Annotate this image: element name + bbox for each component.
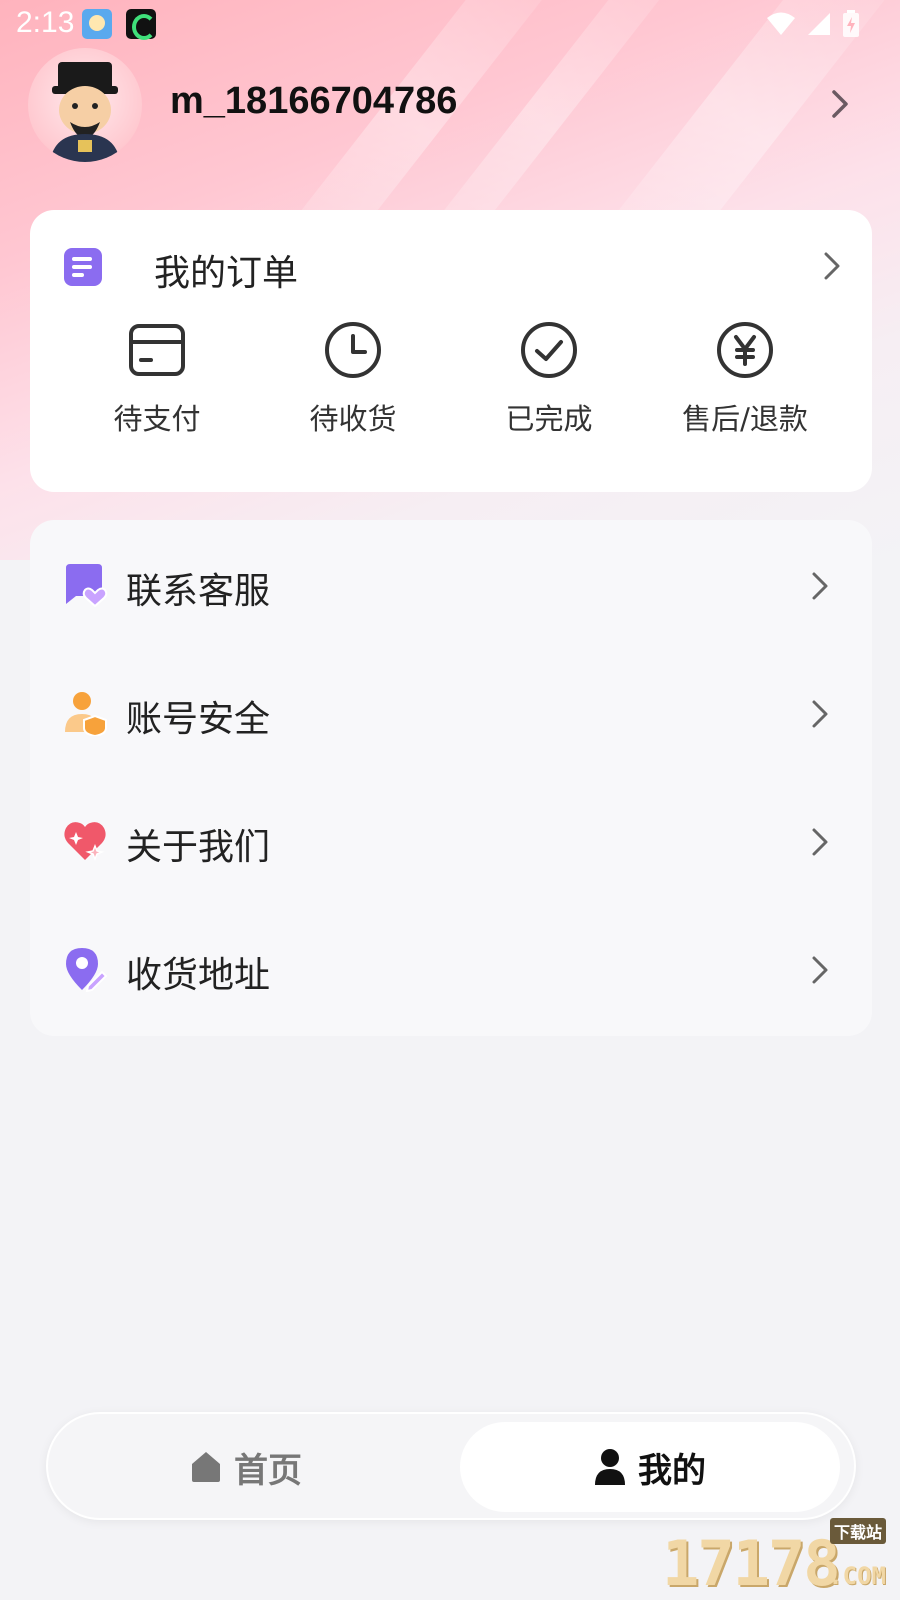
menu-item-label: 关于我们 [126, 827, 271, 868]
order-item-label: 已完成 [505, 402, 593, 436]
profile-header[interactable]: m_18166704786 [0, 48, 900, 208]
orders-header[interactable]: 我的订单 [62, 242, 842, 294]
clock-icon [325, 322, 381, 378]
status-bar: 2:13 [0, 0, 900, 48]
chevron-right-icon[interactable] [830, 88, 850, 120]
avatar-image [50, 62, 120, 162]
home-icon [192, 1452, 220, 1482]
tab-home-label: 首页 [234, 1450, 302, 1491]
user-shield-icon [65, 692, 107, 736]
chevron-right-icon [812, 828, 828, 856]
location-pin-icon [66, 948, 108, 992]
site-watermark: 17178 下载站 .COM [662, 1518, 892, 1600]
order-item-label: 售后/退款 [682, 402, 808, 436]
status-time: 2:13 [16, 6, 75, 39]
card-icon [129, 324, 185, 376]
menu-item-account-security[interactable]: 账号安全 [30, 648, 872, 776]
chevron-right-icon [812, 956, 828, 984]
app-notification-icon [82, 9, 112, 39]
chat-heart-icon [66, 564, 108, 608]
order-item-label: 待支付 [113, 402, 201, 436]
sleep-app-notification-icon [126, 9, 156, 40]
status-icons [766, 10, 860, 38]
order-pending-payment[interactable]: 待支付 [59, 320, 255, 438]
chevron-right-icon[interactable] [822, 250, 842, 282]
wifi-icon [767, 12, 795, 35]
user-icon [595, 1449, 625, 1485]
order-pending-receipt[interactable]: 待收货 [255, 320, 451, 438]
tab-mine[interactable]: 我的 [460, 1422, 840, 1512]
heart-sparkle-icon [64, 822, 106, 862]
chevron-right-icon [812, 572, 828, 600]
orders-title: 我的订单 [154, 253, 299, 294]
yen-circle-icon [717, 322, 773, 378]
signal-icon [808, 13, 830, 35]
menu-item-customer-service[interactable]: 联系客服 [30, 520, 872, 648]
chevron-right-icon [812, 700, 828, 728]
username: m_18166704786 [170, 80, 458, 122]
battery-icon [843, 10, 859, 37]
menu-item-label: 联系客服 [126, 571, 271, 612]
tab-home[interactable]: 首页 [56, 1422, 436, 1512]
tab-mine-label: 我的 [638, 1450, 706, 1491]
menu-item-about-us[interactable]: 关于我们 [30, 776, 872, 904]
watermark-sub: 下载站 [829, 1518, 886, 1544]
avatar[interactable] [28, 48, 142, 162]
menu-item-label: 收货地址 [126, 955, 271, 996]
menu-item-shipping-address[interactable]: 收货地址 [30, 904, 872, 1032]
check-circle-icon [521, 322, 577, 378]
order-completed[interactable]: 已完成 [451, 320, 647, 438]
order-after-sales[interactable]: 售后/退款 [647, 320, 843, 438]
menu-card: 联系客服 账号安全 关于我们 收货地址 [30, 520, 872, 1036]
watermark-number: 17178 [662, 1527, 841, 1600]
orders-card: 我的订单 待支付 待收货 已完成 售后/退款 [30, 210, 872, 492]
order-list-icon [64, 248, 102, 286]
menu-item-label: 账号安全 [126, 699, 271, 740]
watermark-suffix: .COM [828, 1562, 886, 1590]
bottom-nav: 首页 我的 [46, 1412, 856, 1520]
order-status-row: 待支付 待收货 已完成 售后/退款 [30, 320, 872, 438]
order-item-label: 待收货 [309, 402, 397, 436]
